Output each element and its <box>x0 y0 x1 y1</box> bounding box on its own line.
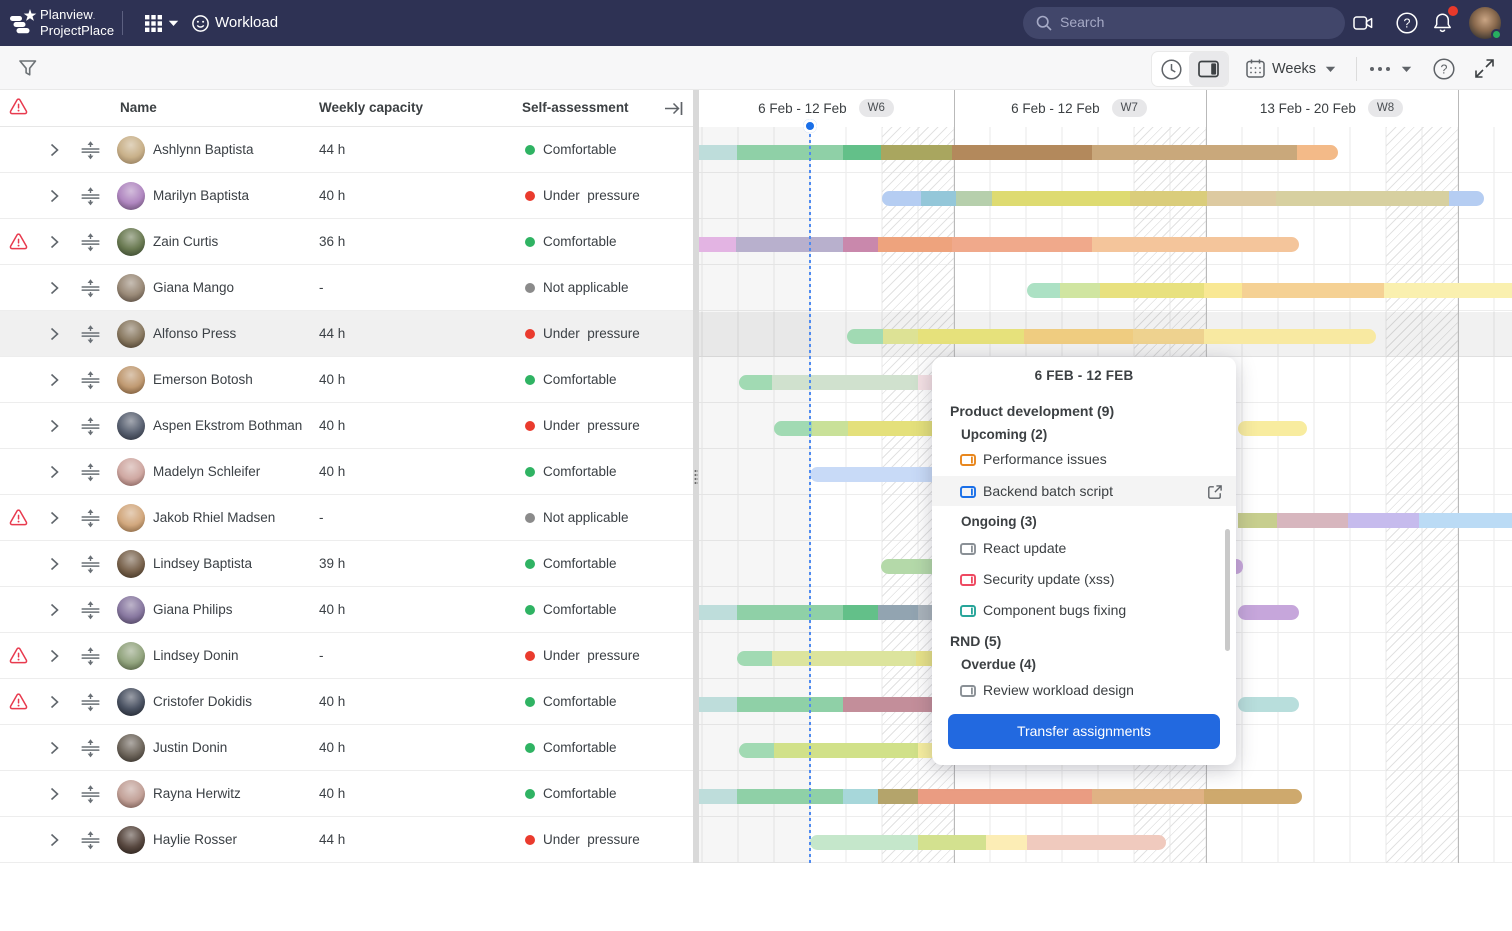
svg-text:?: ? <box>1441 62 1448 76</box>
svg-text:?: ? <box>1404 16 1411 30</box>
